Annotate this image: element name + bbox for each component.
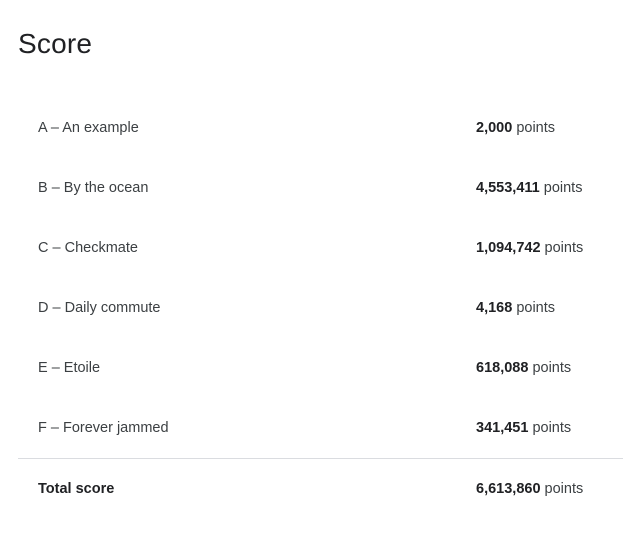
total-score-row: Total score 6,613,860 points <box>18 459 623 519</box>
row-score-value: 1,094,742 <box>476 240 541 256</box>
row-score: 4,168 points <box>476 300 555 316</box>
score-row-f: F – Forever jammed 341,451 points <box>18 398 623 458</box>
row-label: C – Checkmate <box>38 240 138 256</box>
row-score-value: 341,451 <box>476 420 529 436</box>
row-score-value: 4,553,411 <box>476 180 540 196</box>
total-score-unit: points <box>544 481 584 497</box>
row-score-unit: points <box>516 300 556 316</box>
score-row-e: E – Etoile 618,088 points <box>18 338 623 398</box>
row-score: 341,451 points <box>476 420 571 436</box>
row-score: 4,553,411 points <box>476 180 582 196</box>
row-score-unit: points <box>532 420 572 436</box>
row-score: 1,094,742 points <box>476 240 583 256</box>
row-label: B – By the ocean <box>38 180 149 196</box>
row-score-value: 2,000 <box>476 120 513 136</box>
row-score: 2,000 points <box>476 120 555 136</box>
row-label: A – An example <box>38 120 139 136</box>
row-score-value: 4,168 <box>476 300 513 316</box>
total-score-value: 6,613,860 <box>476 481 541 497</box>
score-row-d: D – Daily commute 4,168 points <box>18 278 623 338</box>
row-label: D – Daily commute <box>38 300 161 316</box>
row-score-value: 618,088 <box>476 360 529 376</box>
row-score-unit: points <box>543 180 583 196</box>
total-score: 6,613,860 points <box>476 481 583 497</box>
page-title: Score <box>18 28 93 59</box>
score-list: A – An example 2,000 points B – By the o… <box>18 98 623 519</box>
total-label: Total score <box>38 481 115 497</box>
row-label: E – Etoile <box>38 360 101 376</box>
score-row-c: C – Checkmate 1,094,742 points <box>18 218 623 278</box>
row-score-unit: points <box>516 120 556 136</box>
score-row-b: B – By the ocean 4,553,411 points <box>18 158 623 218</box>
row-score-unit: points <box>544 240 584 256</box>
row-label: F – Forever jammed <box>38 420 169 436</box>
score-row-a: A – An example 2,000 points <box>18 98 623 158</box>
row-score: 618,088 points <box>476 360 571 376</box>
row-score-unit: points <box>532 360 572 376</box>
